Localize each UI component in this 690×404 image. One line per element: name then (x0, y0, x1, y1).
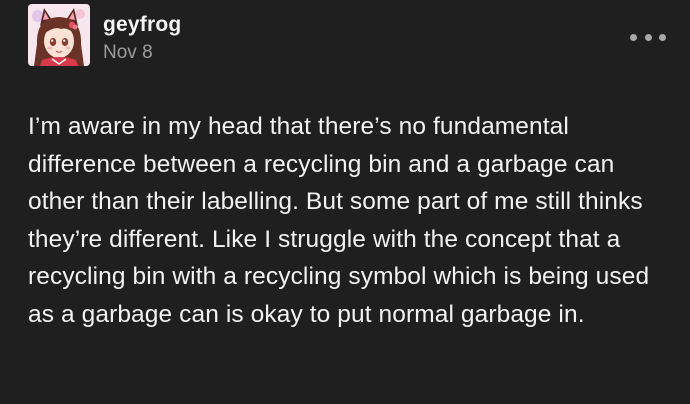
post-card: geyfrog Nov 8 I’m aware in my head that … (0, 0, 690, 404)
post-header: geyfrog Nov 8 (28, 4, 668, 68)
dot (659, 33, 666, 41)
post-date[interactable]: Nov 8 (103, 42, 153, 64)
anime-avatar-icon (28, 4, 90, 66)
more-options-icon[interactable] (626, 26, 670, 48)
dot (644, 33, 652, 41)
dot (630, 33, 637, 41)
avatar[interactable] (28, 4, 90, 66)
username[interactable]: geyfrog (103, 13, 181, 37)
post-body-text: I’m aware in my head that there’s no fun… (28, 113, 650, 328)
